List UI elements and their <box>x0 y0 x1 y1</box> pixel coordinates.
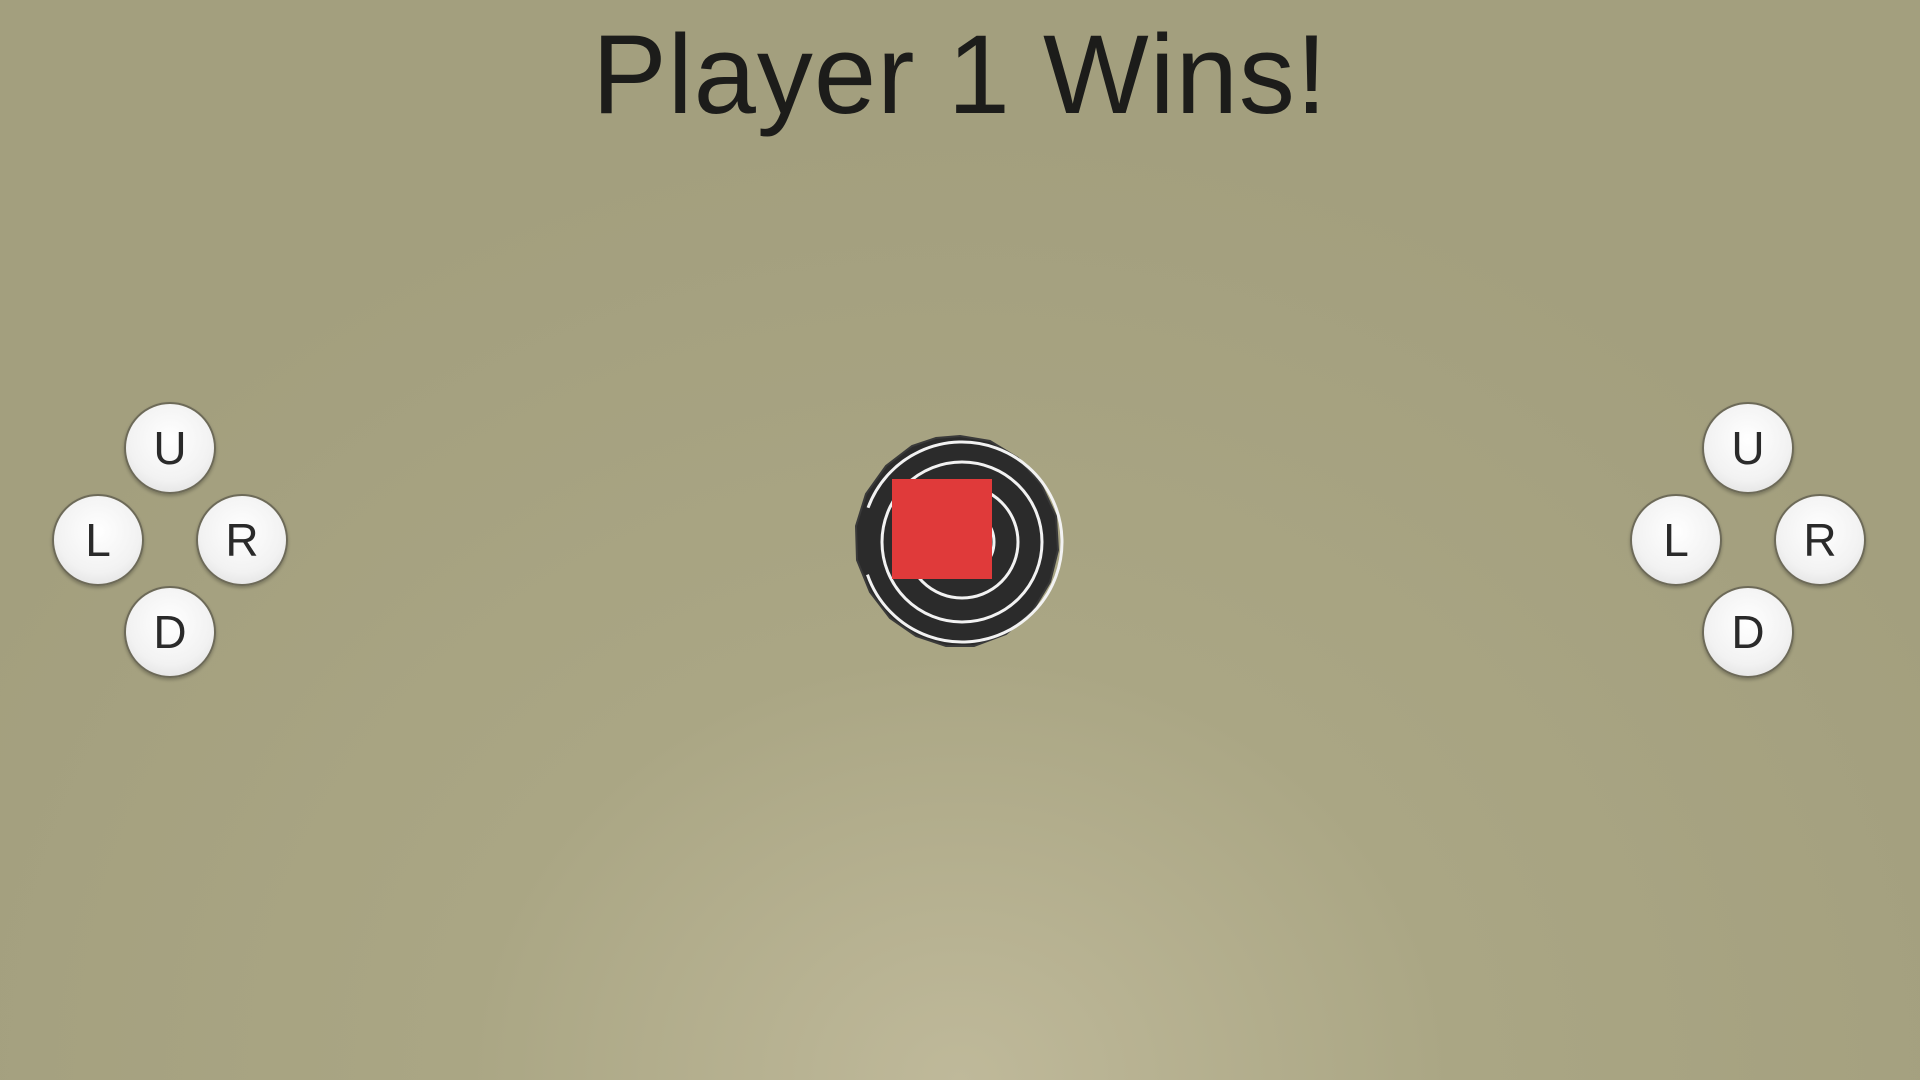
player2-dpad: U L R D <box>1630 402 1870 682</box>
player1-up-button[interactable]: U <box>124 402 216 494</box>
player1-dpad: U L R D <box>52 402 292 682</box>
game-status-title: Player 1 Wins! <box>592 12 1328 137</box>
player1-left-button[interactable]: L <box>52 494 144 586</box>
player-square <box>892 479 992 579</box>
player2-up-button[interactable]: U <box>1702 402 1794 494</box>
player1-down-button[interactable]: D <box>124 586 216 678</box>
player2-down-button[interactable]: D <box>1702 586 1794 678</box>
player2-left-button[interactable]: L <box>1630 494 1722 586</box>
player1-right-button[interactable]: R <box>196 494 288 586</box>
player2-right-button[interactable]: R <box>1774 494 1866 586</box>
